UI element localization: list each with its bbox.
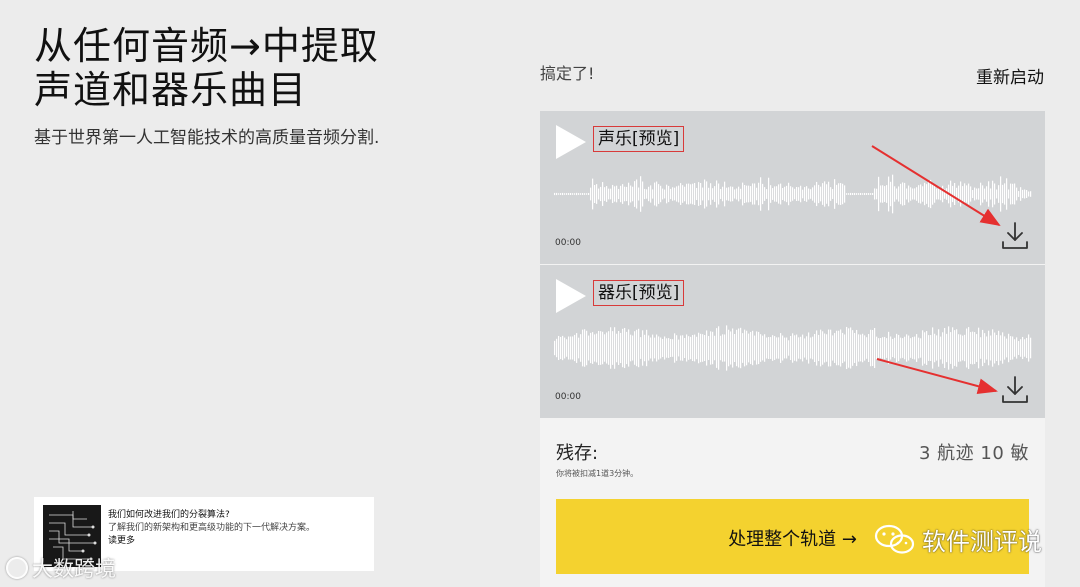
watermark-right: 软件测评说 <box>874 522 1042 557</box>
remaining-values: 3 航迹 10 敏 <box>918 443 1029 464</box>
download-icon[interactable] <box>1001 221 1029 251</box>
promo-read-more-link[interactable]: 读更多 <box>108 533 135 546</box>
promo-title: 我们如何改进我们的分裂算法? <box>108 510 230 520</box>
waveform-instrumental[interactable] <box>554 324 1032 372</box>
promo-description: 了解我们的新架构和更高级功能的下一代解决方案。 <box>108 523 316 533</box>
track-instrumental-time: 00:00 <box>555 392 581 402</box>
watermark-left-text: 大数跨境 <box>32 557 116 581</box>
page-title-line-1: 从任何音频→中提取 <box>34 24 379 68</box>
play-icon[interactable] <box>556 125 586 159</box>
wechat-icon <box>874 524 915 554</box>
status-text: 搞定了! <box>540 64 595 83</box>
play-icon[interactable] <box>556 279 586 313</box>
remaining-note: 你将被扣减1道3分钟。 <box>556 469 639 478</box>
watermark-left: 大数跨境 <box>6 553 116 583</box>
track-vocals: 声乐[预览] 00:00 <box>540 111 1045 264</box>
watermark-right-text: 软件测评说 <box>922 528 1042 556</box>
results-panel: 声乐[预览] 00:00 器乐[预览] 00:00 残存: 3 航迹 10 敏 … <box>540 111 1045 587</box>
track-instrumental: 器乐[预览] 00:00 <box>540 265 1045 418</box>
track-vocals-time: 00:00 <box>555 238 581 248</box>
page-title-line-2: 声道和器乐曲目 <box>34 68 308 112</box>
page-title: 从任何音频→中提取 声道和器乐曲目 <box>34 24 379 112</box>
restart-button[interactable]: 重新启动 <box>976 63 1044 88</box>
track-vocals-label: 声乐[预览] <box>593 126 685 152</box>
watermark-logo-icon <box>6 557 28 579</box>
track-instrumental-label: 器乐[预览] <box>593 280 685 306</box>
process-full-track-label: 处理整个轨道 → <box>728 529 857 550</box>
remaining-label: 残存: <box>556 443 599 464</box>
waveform-vocals[interactable] <box>554 170 1032 218</box>
page-subtitle: 基于世界第一人工智能技术的高质量音频分割. <box>34 128 380 148</box>
download-icon[interactable] <box>1001 375 1029 405</box>
